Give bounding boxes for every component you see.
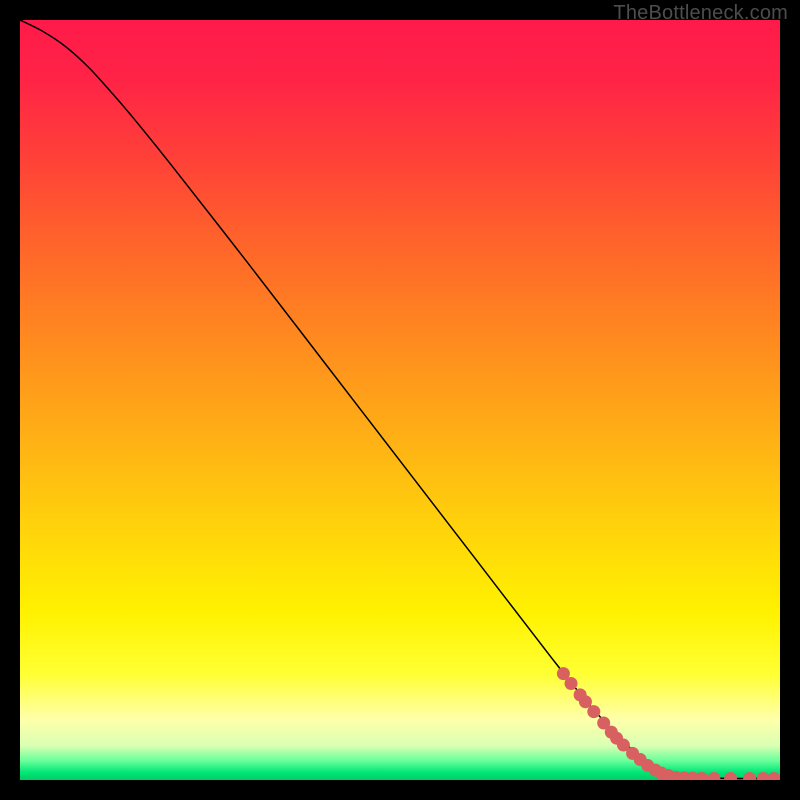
data-marker [579, 695, 592, 708]
data-marker [565, 677, 578, 690]
watermark-text: TheBottleneck.com [613, 2, 788, 25]
chart-plot-area [20, 20, 780, 780]
data-marker [587, 705, 600, 718]
gradient-background [20, 20, 780, 780]
